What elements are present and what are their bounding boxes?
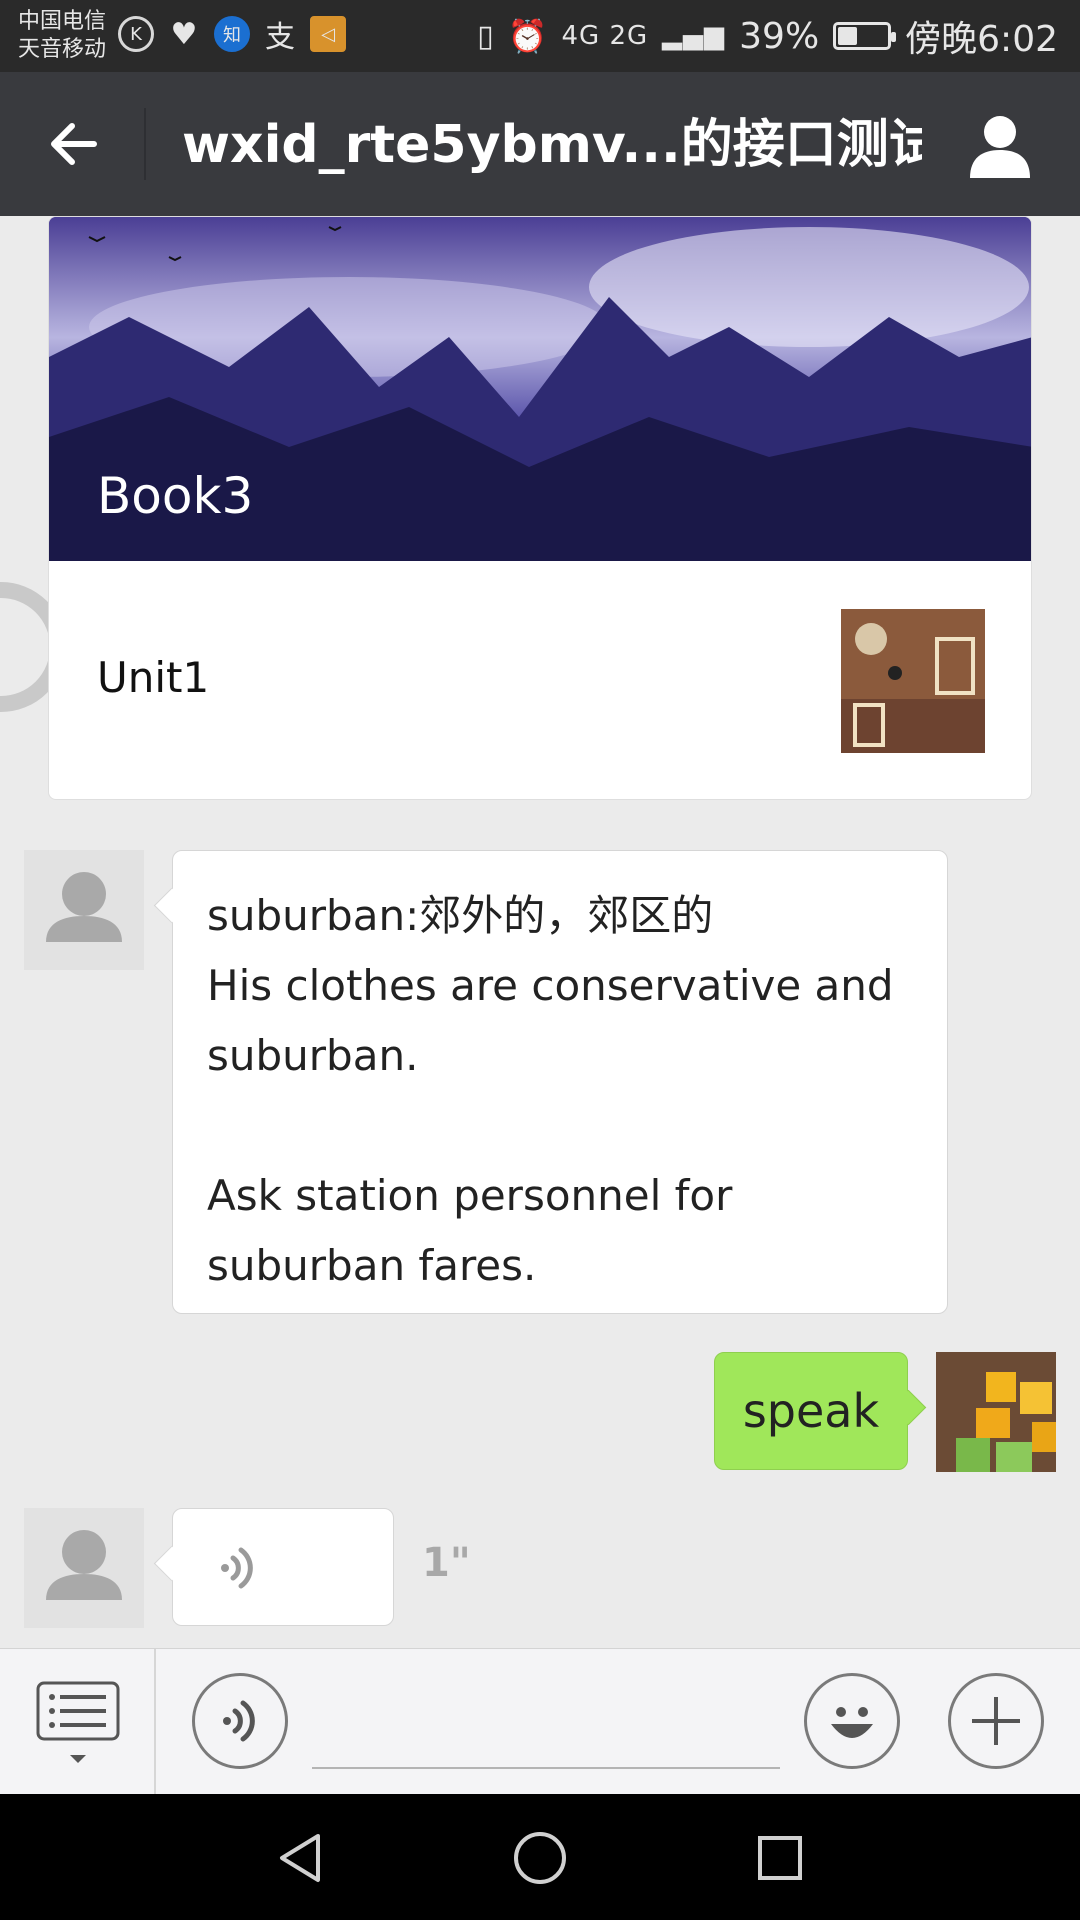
navigation-bar: [0, 1794, 1080, 1920]
nav-home-button[interactable]: [510, 1828, 570, 1888]
news-card[interactable]: Book3 Unit1: [48, 216, 1032, 800]
title-bar: wxid_rte5ybmv...的接口测试号: [0, 72, 1080, 216]
message-input-underline[interactable]: [312, 1767, 780, 1769]
avatar[interactable]: [24, 1508, 144, 1628]
news-item-thumbnail: [841, 609, 985, 753]
carrier-label: 中国电信 天音移动: [18, 9, 107, 62]
signal-icon: ▂▄▆: [662, 21, 726, 51]
notification-icons: K ♥ 知 支 ◁: [118, 16, 346, 55]
clock: 傍晚6:02: [905, 19, 1058, 60]
battery-icon: [833, 22, 897, 50]
emoji-button[interactable]: [804, 1673, 900, 1769]
voice-icon: [223, 1700, 255, 1742]
my-avatar[interactable]: [936, 1352, 1056, 1472]
alarm-icon: ⏰: [507, 17, 548, 55]
default-avatar-icon: [46, 872, 122, 942]
k-icon: K: [118, 16, 154, 52]
message-text: suburban:郊外的，郊区的 His clothes are conserv…: [207, 891, 894, 1290]
network-type: 4G 2G: [561, 21, 649, 51]
menu-list-icon: [36, 1681, 120, 1763]
voice-duration: 1": [422, 1540, 471, 1586]
news-cover-title: Book3: [97, 467, 254, 525]
chat-info-button[interactable]: [964, 110, 1036, 182]
news-item-title: Unit1: [97, 653, 210, 702]
voice-input-button[interactable]: [192, 1673, 288, 1769]
voice-message-bubble[interactable]: [172, 1508, 394, 1626]
page-title: wxid_rte5ybmv...的接口测试号: [182, 115, 922, 175]
status-indicators: ▯ ⏰ 4G 2G ▂▄▆ 39% 傍晚6:02: [477, 10, 1058, 62]
message-bubble[interactable]: suburban:郊外的，郊区的 His clothes are conserv…: [172, 850, 948, 1314]
status-bar: 中国电信 天音移动 K ♥ 知 支 ◁ ▯ ⏰ 4G 2G ▂▄▆ 39% 傍晚…: [0, 0, 1080, 72]
news-cover-image[interactable]: Book3: [49, 217, 1031, 561]
nav-back-button[interactable]: [270, 1828, 330, 1888]
battery-percent: 39%: [739, 15, 820, 57]
voice-wave-icon: [221, 1547, 253, 1589]
emoji-icon: [831, 1707, 873, 1738]
nav-recents-button[interactable]: [750, 1828, 810, 1888]
default-avatar-icon: [46, 1530, 122, 1600]
plus-icon: [972, 1697, 1020, 1745]
zhihu-icon: 知: [214, 16, 250, 52]
person-icon: [970, 116, 1030, 178]
message-text: speak: [742, 1384, 880, 1438]
home-circle-icon: [514, 1832, 566, 1884]
heart-monitor-icon: ♥: [170, 16, 198, 52]
title-divider: [144, 108, 146, 180]
more-button[interactable]: [948, 1673, 1044, 1769]
speaker-icon: ◁: [310, 16, 346, 52]
arrow-left-icon: [51, 123, 97, 165]
avatar[interactable]: [24, 850, 144, 970]
chat-area[interactable]: Book3 Unit1 suburban:郊外的，郊区的 His clothes…: [0, 216, 1080, 1648]
cheese-avatar-image: [936, 1352, 1056, 1472]
back-triangle-icon: [280, 1834, 320, 1882]
sent-message-bubble[interactable]: speak: [714, 1352, 908, 1470]
input-bar: [0, 1648, 1080, 1795]
news-item[interactable]: Unit1: [49, 561, 1031, 799]
vibrate-icon: ▯: [477, 18, 494, 54]
back-button[interactable]: [44, 114, 104, 174]
recents-square-icon: [758, 1836, 802, 1880]
input-divider: [154, 1649, 156, 1795]
alipay-icon: 支: [265, 20, 295, 55]
menu-toggle-button[interactable]: [36, 1681, 120, 1763]
